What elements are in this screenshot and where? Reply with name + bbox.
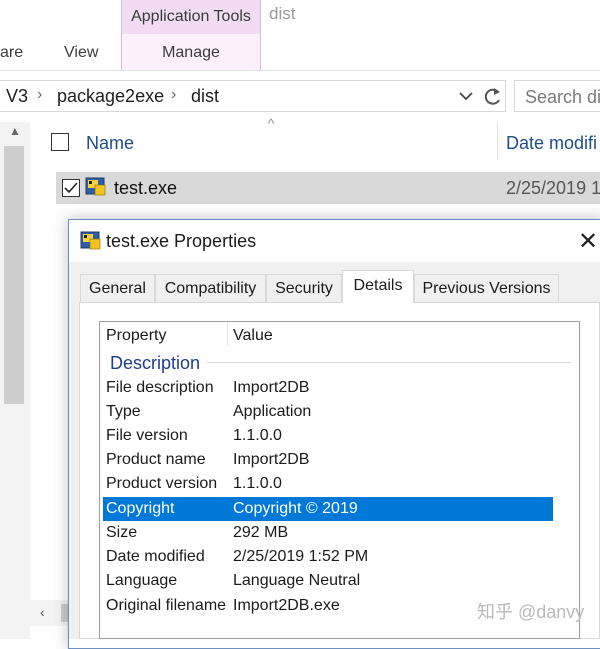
breadcrumb-chevron-icon[interactable]: › [171,86,176,104]
column-separator[interactable] [227,322,228,346]
tab-details[interactable]: Details [342,270,414,303]
property-row[interactable]: File description Import2DB [103,376,553,400]
tab-previous-versions[interactable]: Previous Versions [414,274,559,302]
search-box[interactable]: Search dis [514,80,600,112]
property-key: Original filename [106,597,227,614]
history-dropdown-icon[interactable] [458,90,474,102]
breadcrumb-dist[interactable]: dist [191,86,219,107]
scroll-up-icon[interactable]: ▲ [9,124,21,138]
group-divider [207,362,571,363]
property-value: Language Neutral [233,572,361,589]
file-name[interactable]: test.exe [114,178,177,199]
sort-ascending-icon: ^ [268,116,275,131]
ribbon-tab-manage[interactable]: Manage [122,44,260,62]
property-row-selected[interactable]: Copyright Copyright © 2019 [103,497,553,521]
tab-security[interactable]: Security [266,274,342,302]
ribbon-tab-view[interactable]: View [64,44,98,62]
property-key: Product name [106,451,206,468]
property-row[interactable]: Type Application [103,400,553,424]
exe-file-icon [85,177,106,196]
dialog-exe-icon [80,231,101,250]
scroll-left-icon[interactable]: ‹ [40,604,45,620]
property-key: Language [106,572,178,589]
property-key: Product version [106,475,218,492]
ribbon-divider [0,70,600,71]
application-tools-label: Application Tools [131,8,251,25]
property-key: Size [106,524,138,541]
column-header-value[interactable]: Value [233,327,273,345]
property-value: Import2DB [233,379,310,396]
property-value: Import2DB [233,451,310,468]
property-row[interactable]: Product version 1.1.0.0 [103,472,553,496]
group-header-description: Description [110,353,201,373]
property-key: Copyright [106,500,175,517]
file-row-checkbox[interactable] [62,179,80,197]
property-row[interactable]: File version 1.1.0.0 [103,424,553,448]
tab-general[interactable]: General [80,274,155,302]
dialog-title: test.exe Properties [106,231,257,251]
property-value: 2/25/2019 1:52 PM [233,548,369,565]
close-icon[interactable]: ✕ [578,227,598,256]
breadcrumb-chevron-icon[interactable]: › [37,86,42,104]
property-row[interactable]: Product name Import2DB [103,448,553,472]
column-header-property[interactable]: Property [106,327,166,345]
property-row[interactable]: Size 292 MB [103,521,553,545]
watermark: 知乎 @danvy [477,602,585,622]
select-all-checkbox[interactable] [51,133,69,151]
property-key: File description [106,379,214,396]
property-value: Copyright © 2019 [233,500,358,517]
property-value: 292 MB [233,524,289,541]
column-separator[interactable] [497,122,498,160]
column-header-date-modified[interactable]: Date modifi [506,133,597,154]
property-value: Import2DB.exe [233,597,340,614]
breadcrumb-v3[interactable]: V3 [6,86,28,107]
property-value: Application [233,403,312,420]
refresh-icon[interactable] [482,86,504,108]
property-row[interactable]: Language Language Neutral [103,569,553,593]
search-input[interactable]: Search dis [525,87,600,108]
property-key: Type [106,403,141,420]
property-key: Date modified [106,548,205,565]
window-title: dist [269,4,296,23]
property-row[interactable]: Date modified 2/25/2019 1:52 PM [103,545,553,569]
breadcrumb-package2exe[interactable]: package2exe [57,86,164,107]
checkmark-icon [64,182,78,194]
scrollbar-thumb[interactable] [4,146,24,404]
tab-compatibility[interactable]: Compatibility [155,274,266,302]
property-value: 1.1.0.0 [233,475,282,492]
property-key: File version [106,427,188,444]
application-tools-group: Application Tools Manage [121,0,261,70]
column-header-name[interactable]: Name [86,133,134,154]
property-value: 1.1.0.0 [233,427,282,444]
ribbon-tab-share[interactable]: are [0,44,23,62]
file-date-modified: 2/25/2019 1 [506,178,600,198]
